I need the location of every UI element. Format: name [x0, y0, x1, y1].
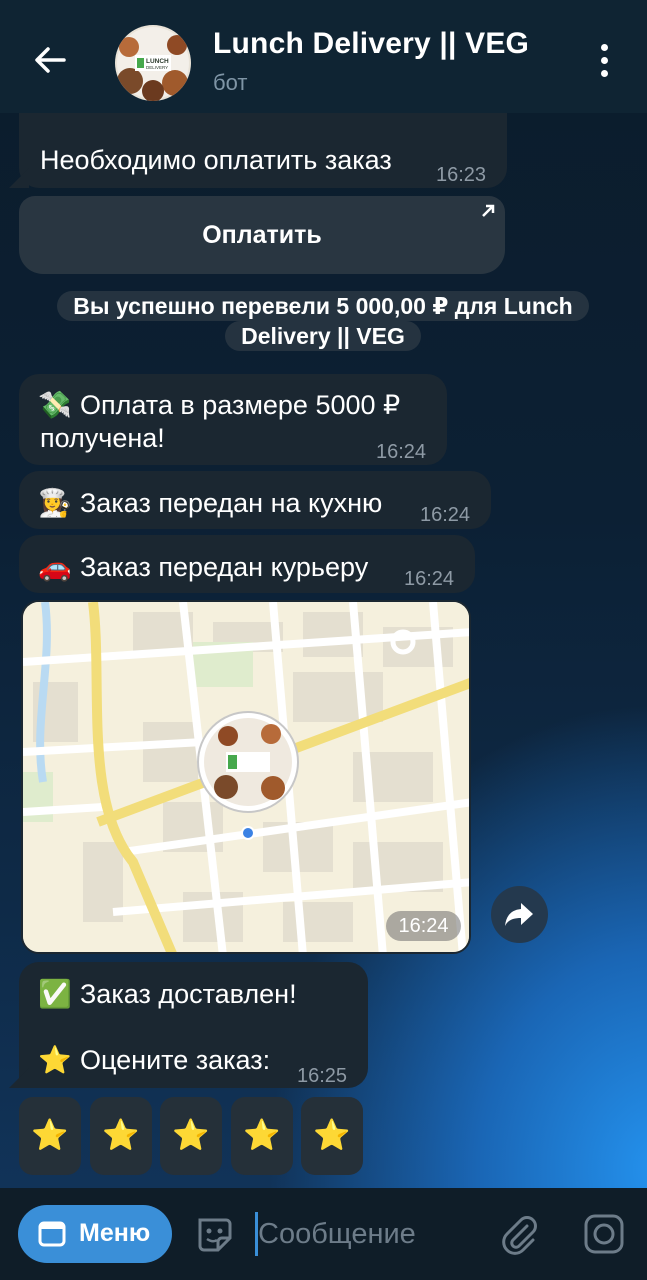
bot-avatar[interactable]: LUNCH DELIVERY: [115, 25, 191, 101]
pay-button[interactable]: Оплатить: [19, 196, 505, 274]
message-input[interactable]: [258, 1212, 488, 1256]
message-text: 💸 Оплата в размере 5000 ₽: [38, 387, 400, 423]
message-text: 🚗 Заказ передан курьеру: [38, 549, 368, 585]
chat-header: LUNCH DELIVERY Lunch Delivery || VEG бот: [0, 0, 647, 113]
message-bubble: 🚗 Заказ передан курьеру 16:24: [19, 535, 475, 593]
message-time: 16:23: [436, 164, 487, 186]
chat-title[interactable]: Lunch Delivery || VEG: [213, 27, 529, 61]
rating-button-5[interactable]: ⭐: [301, 1097, 363, 1175]
check-mark-icon: ✅: [38, 979, 72, 1009]
message-bubble: 👩‍🍳 Заказ передан на кухню 16:24: [19, 471, 491, 529]
money-wings-icon: 💸: [38, 390, 72, 420]
rating-button-3[interactable]: ⭐: [160, 1097, 222, 1175]
external-link-icon: [482, 204, 495, 217]
message-time: 16:24: [404, 568, 455, 590]
menu-window-icon: [38, 1221, 66, 1247]
pay-button-label: Оплатить: [202, 221, 322, 249]
chat-subtitle: бот: [213, 70, 248, 95]
rating-button-4[interactable]: ⭐: [231, 1097, 293, 1175]
share-icon: [505, 903, 533, 926]
message-text: ⭐ Оцените заказ:: [38, 1042, 270, 1078]
rating-button-2[interactable]: ⭐: [90, 1097, 152, 1175]
camera-icon[interactable]: [582, 1212, 626, 1256]
location-map[interactable]: [21, 600, 471, 954]
message-bubble: Необходимо оплатить заказ 16:23: [19, 105, 507, 188]
message-bubble: ✅ Заказ доставлен! ⭐ Оцените заказ: 16:25: [19, 962, 368, 1088]
cook-icon: 👩‍🍳: [38, 488, 72, 518]
star-icon: ⭐: [38, 1045, 72, 1075]
bot-menu-button[interactable]: Меню: [18, 1205, 172, 1263]
more-menu-icon[interactable]: [596, 44, 612, 80]
svg-text:DELIVERY: DELIVERY: [146, 65, 168, 70]
svg-text:LUNCH: LUNCH: [146, 58, 169, 65]
car-icon: 🚗: [38, 552, 72, 582]
message-time: 16:25: [297, 1065, 348, 1087]
message-text: Необходимо оплатить заказ: [40, 145, 392, 175]
bot-menu-label: Меню: [79, 1219, 151, 1247]
map-tiles: [23, 602, 469, 952]
message-text: получена!: [40, 423, 165, 453]
map-time-badge: 16:24: [386, 911, 461, 941]
sticker-icon[interactable]: [192, 1212, 236, 1256]
message-bubble: 💸 Оплата в размере 5000 ₽ получена! 16:24: [19, 374, 447, 465]
share-button[interactable]: [491, 886, 548, 943]
bot-logo-icon: LUNCH DELIVERY: [115, 25, 191, 101]
message-time: 16:24: [420, 504, 471, 526]
back-arrow-icon[interactable]: [30, 40, 70, 80]
attach-icon[interactable]: [497, 1212, 541, 1256]
message-time: 16:24: [376, 441, 427, 463]
service-message-text: Вы успешно перевели 5 000,00 ₽ для Lunch…: [57, 291, 589, 351]
message-text: ✅ Заказ доставлен!: [38, 976, 296, 1012]
service-message: Вы успешно перевели 5 000,00 ₽ для Lunch…: [46, 291, 600, 351]
message-text: 👩‍🍳 Заказ передан на кухню: [38, 485, 382, 521]
rating-button-1[interactable]: ⭐: [19, 1097, 81, 1175]
